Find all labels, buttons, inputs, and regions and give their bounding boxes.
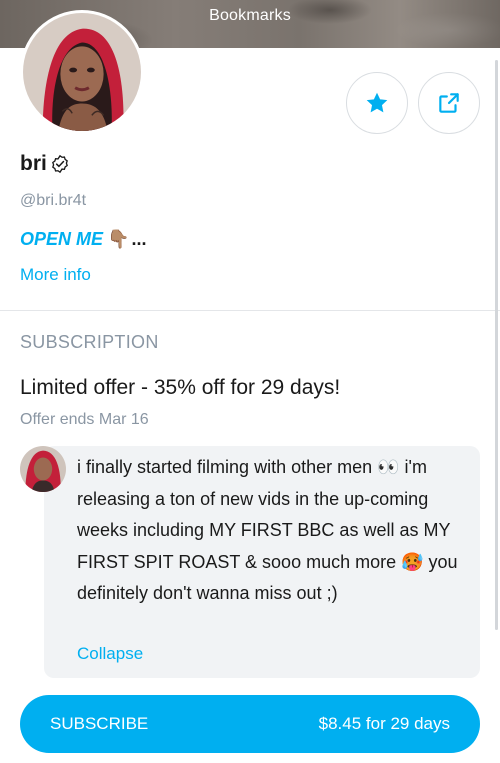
share-icon [439,93,459,113]
profile-name-row: bri [20,152,70,176]
collapse-link[interactable]: Collapse [77,644,143,664]
pointing-down-emoji: 👇🏽 [107,229,130,249]
profile-avatar-image [23,13,141,131]
share-button[interactable] [418,72,480,134]
profile-name: bri [20,152,47,175]
subscribe-label: SUBSCRIBE [50,714,149,733]
subscribe-button[interactable]: SUBSCRIBE $8.45 for 29 days [20,695,480,753]
scrollbar[interactable] [495,60,498,630]
message-avatar-image [20,446,66,492]
subscription-section-label: SUBSCRIPTION [20,332,159,352]
verified-badge-icon [51,154,68,174]
profile-bio: OPEN ME 👇🏽 ... [20,229,146,250]
section-divider [0,310,500,311]
offer-title: Limited offer - 35% off for 29 days! [20,376,341,399]
message-avatar[interactable] [20,446,66,492]
more-info-link[interactable]: More info [20,265,91,285]
bookmark-star-button[interactable] [346,72,408,134]
bio-text: OPEN ME [20,229,104,249]
scrollbar-thumb[interactable] [495,60,498,630]
offer-ends: Offer ends Mar 16 [20,411,149,428]
subscription-message: i finally started filming with other men… [77,457,458,603]
profile-handle: @bri.br4t [20,192,87,209]
subscribe-price: $8.45 for 29 days [318,714,450,733]
profile-avatar[interactable] [20,10,144,134]
star-icon [366,92,388,113]
bio-ellipsis: ... [131,229,147,249]
